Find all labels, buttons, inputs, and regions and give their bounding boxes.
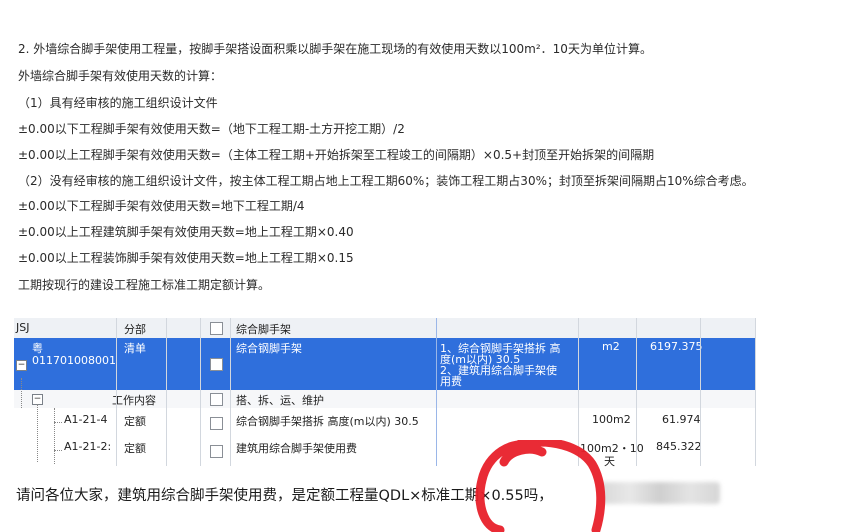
column-divider	[700, 318, 701, 466]
column-divider	[116, 318, 117, 466]
row-checkbox[interactable]	[210, 322, 223, 335]
text-line: （1）具有经审核的施工组织设计文件	[18, 96, 218, 110]
cell-code: A1-21-2:	[64, 440, 112, 453]
column-divider	[636, 318, 637, 466]
cell-type: 定额	[124, 415, 146, 428]
grid-row-header[interactable]: JSJ 分部 综合脚手架	[14, 318, 756, 339]
collapse-toggle-icon[interactable]: −	[16, 360, 27, 371]
grid-row-selected[interactable]: − 粤 011701008001 清单 综合钢脚手架 1、综合钢脚手架搭拆 高 …	[14, 338, 756, 390]
cell-name: 建筑用综合脚手架使用费	[236, 442, 357, 455]
column-divider	[200, 318, 201, 466]
grid-row[interactable]: A1-21-2: 定额 建筑用综合脚手架使用费 100m2・10 天 845.3…	[14, 436, 756, 468]
text-line: 工期按现行的建设工程施工标准工期定额计算。	[18, 278, 271, 292]
cell-name: 综合钢脚手架	[236, 342, 302, 355]
column-divider	[166, 318, 167, 466]
cell-unit: m2	[602, 340, 620, 353]
text-line: 外墙综合脚手架有效使用天数的计算：	[18, 69, 223, 83]
cell-type: 清单	[124, 342, 146, 355]
cell-type: 分部	[124, 323, 146, 336]
grid-row-work-content[interactable]: − 工作内容 搭、拆、运、维护	[14, 390, 756, 408]
cell-code: 工作内容	[112, 394, 156, 407]
quota-grid: JSJ 分部 综合脚手架 − 粤 011701008001 清单 综合钢脚手架 …	[14, 318, 756, 468]
tree-connector	[54, 422, 62, 423]
text-line: （2）没有经审核的施工组织设计文件，按主体工程工期占地上工程工期60%；装饰工程…	[18, 174, 754, 188]
tree-connector	[21, 378, 22, 408]
blurred-region	[600, 482, 720, 504]
tree-connector	[54, 450, 62, 451]
cell-unit: 100m2	[592, 413, 631, 426]
column-divider	[755, 318, 756, 466]
row-checkbox[interactable]	[210, 393, 223, 406]
cell-name: 搭、拆、运、维护	[236, 394, 324, 407]
text-line: ±0.00以下工程脚手架有效使用天数=地下工程工期/4	[18, 199, 305, 213]
tree-connector	[54, 408, 55, 464]
column-divider	[436, 318, 437, 466]
red-circle-annotation	[475, 440, 606, 532]
cell-code-line2: 011701008001	[32, 354, 116, 367]
text-line: 2. 外墙综合脚手架使用工程量，按脚手架搭设面积乘以脚手架在施工现场的有效使用天…	[18, 42, 652, 56]
row-checkbox[interactable]	[210, 358, 223, 371]
cell-quantity: 6197.375	[650, 340, 703, 353]
row-checkbox[interactable]	[210, 417, 223, 430]
cell-quantity: 845.322	[656, 440, 702, 453]
row-checkbox[interactable]	[210, 445, 223, 458]
text-line: ±0.00以上工程装饰脚手架有效使用天数=地上工程工期×0.15	[18, 251, 354, 265]
cell-quantity: 61.974	[662, 413, 701, 426]
cell-type: 定额	[124, 442, 146, 455]
cell-code: JSJ	[16, 321, 30, 334]
cell-name: 综合脚手架	[236, 323, 291, 336]
cell-code: A1-21-4	[64, 413, 108, 426]
cell-name: 综合钢脚手架搭拆 高度(m以内) 30.5	[236, 415, 419, 428]
grid-row[interactable]: A1-21-4 定额 综合钢脚手架搭拆 高度(m以内) 30.5 100m2 6…	[14, 408, 756, 436]
column-divider	[230, 318, 231, 466]
text-line: ±0.00以下工程脚手架有效使用天数=（地下工程工期-土方开挖工期）/2	[18, 122, 405, 136]
cell-feature-line: 用费	[440, 375, 462, 388]
text-line: ±0.00以上工程脚手架有效使用天数=（主体工程工期+开始拆架至工程竣工的间隔期…	[18, 148, 655, 162]
tree-connector	[37, 404, 38, 462]
text-line: ±0.00以上工程建筑脚手架有效使用天数=地上工程工期×0.40	[18, 225, 354, 239]
